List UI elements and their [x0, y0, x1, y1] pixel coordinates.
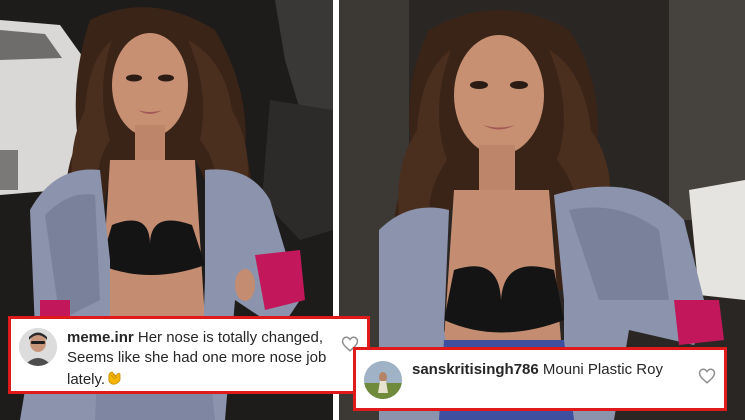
- collage: meme.inr Her nose is totally changed, Se…: [0, 0, 745, 420]
- comment-card-sanskritisingh786: sanskritisingh786 Mouni Plastic Roy: [353, 347, 727, 411]
- clapping-hands-icon: [105, 368, 123, 392]
- comment-card-meme-inr: meme.inr Her nose is totally changed, Se…: [8, 316, 370, 394]
- avatar[interactable]: [19, 328, 57, 366]
- comment-text-block: meme.inr Her nose is totally changed, Se…: [67, 325, 335, 392]
- comment-text: Mouni Plastic Roy: [542, 361, 663, 378]
- comment-username[interactable]: sanskritisingh786: [412, 361, 539, 378]
- comment-text-block: sanskritisingh786 Mouni Plastic Roy: [412, 357, 692, 380]
- comment-username[interactable]: meme.inr: [67, 329, 134, 346]
- heart-outline-icon[interactable]: [698, 367, 716, 385]
- avatar[interactable]: [364, 361, 402, 399]
